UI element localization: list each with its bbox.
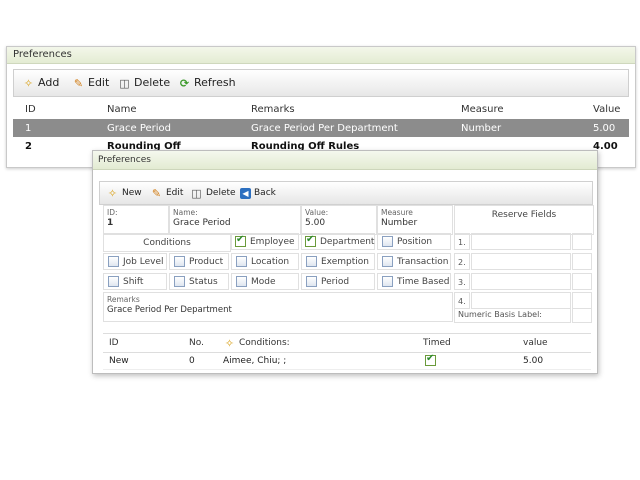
reserve-field-input[interactable] [471,253,571,270]
conditions-label: Conditions [103,233,231,252]
checkbox-icon [236,256,247,267]
department-checkbox[interactable]: Department [301,233,375,250]
edit-icon: ✎ [151,186,162,200]
edit-icon: ✎ [73,76,84,90]
column-header-value[interactable]: Value [593,99,620,119]
row-no: 0 [189,355,195,366]
panel-title: Preferences [7,47,635,64]
checkbox-icon [108,256,119,267]
delete-button[interactable]: ◫ Delete [190,182,235,204]
checkbox-icon [236,276,247,287]
reserve-field-input[interactable] [471,273,571,290]
delete-button[interactable]: ◫ Delete [118,70,170,96]
exemption-checkbox[interactable]: Exemption [301,253,375,270]
edit-button[interactable]: ✎ Edit [72,70,109,96]
column-header-timed[interactable]: Timed [423,334,451,352]
grid-header: ID Name Remarks Measure Value [13,99,629,119]
checkbox-checked-icon [425,353,436,366]
dialog-title: Preferences [93,151,597,170]
add-icon: ✧ [224,336,235,350]
column-header-remarks[interactable]: Remarks [251,99,295,119]
period-checkbox[interactable]: Period [301,273,375,290]
add-button[interactable]: ✧ Add [22,70,59,96]
row-id: 1 [25,122,32,134]
row-value: 5.00 [593,122,616,134]
time-based-checkbox[interactable]: Time Based [377,273,451,290]
preferences-dialog: Preferences ✧ New ✎ Edit ◫ Delete ◀ Back… [92,150,598,374]
product-checkbox[interactable]: Product [169,253,229,270]
add-icon: ✧ [23,76,34,90]
reserve-field-input[interactable] [572,233,592,250]
column-header-no[interactable]: No. [189,334,204,352]
checkbox-icon [306,256,317,267]
numeric-basis-label: Numeric Basis Label: [454,306,571,323]
back-button[interactable]: ◀ Back [240,182,276,204]
reserve-fields-header: Reserve Fields [454,205,594,235]
checkbox-icon [382,276,393,287]
column-header-conditions[interactable]: ✧ Conditions: [223,334,290,352]
column-header-name[interactable]: Name [107,99,137,119]
panel-toolbar: ✧ Add ✎ Edit ◫ Delete ⟳ Refresh [13,69,629,97]
conditions-table-header: ID No. ✧ Conditions: Timed value [103,333,591,353]
name-field[interactable]: Name: Grace Period [169,205,301,235]
reserve-number: 3. [454,273,470,290]
back-arrow-icon: ◀ [240,187,251,199]
checkbox-icon [174,256,185,267]
checkbox-icon [382,236,393,247]
employee-checkbox[interactable]: Employee [231,233,299,250]
row-value: 5.00 [523,355,544,366]
new-button[interactable]: ✧ New [106,182,142,204]
reserve-number: 1. [454,233,470,250]
measure-field[interactable]: Measure Number [377,205,453,235]
checkbox-checked-icon [235,234,246,247]
edit-button[interactable]: ✎ Edit [150,182,184,204]
table-row[interactable]: 1 Grace Period Grace Period Per Departme… [13,119,629,137]
row-conditions: Aimee, Chiu; ; [223,355,287,366]
row-remarks: Grace Period Per Department [251,122,398,134]
row-timed[interactable] [425,352,440,369]
id-field: ID: 1 [103,205,169,235]
refresh-button[interactable]: ⟳ Refresh [178,70,236,96]
transaction-checkbox[interactable]: Transaction [377,253,451,270]
checkbox-icon [108,276,119,287]
dialog-toolbar: ✧ New ✎ Edit ◫ Delete ◀ Back [99,181,593,205]
row-id: 2 [25,140,32,152]
status-checkbox[interactable]: Status [169,273,229,290]
checkbox-icon [382,256,393,267]
column-header-id[interactable]: ID [109,334,119,352]
column-header-value[interactable]: value [523,334,548,352]
column-header-id[interactable]: ID [25,99,36,119]
numeric-basis-input[interactable] [572,306,592,323]
reserve-field-input[interactable] [572,273,592,290]
refresh-icon: ⟳ [179,76,190,90]
checkbox-icon [306,276,317,287]
trash-icon: ◫ [119,76,130,90]
reserve-field-input[interactable] [572,253,592,270]
shift-checkbox[interactable]: Shift [103,273,167,290]
checkbox-checked-icon [305,234,316,247]
checkbox-icon [174,276,185,287]
table-row[interactable]: New 0 Aimee, Chiu; ; 5.00 [103,352,591,370]
reserve-field-input[interactable] [471,233,571,250]
reserve-number: 2. [454,253,470,270]
value-field[interactable]: Value: 5.00 [301,205,377,235]
trash-icon: ◫ [191,186,202,200]
mode-checkbox[interactable]: Mode [231,273,299,290]
row-name: Grace Period [107,122,171,134]
position-checkbox[interactable]: Position [377,233,451,250]
row-measure: Number [461,122,502,134]
remarks-field[interactable]: Remarks Grace Period Per Department [103,292,453,322]
location-checkbox[interactable]: Location [231,253,299,270]
row-id: New [109,355,129,366]
job-level-checkbox[interactable]: Job Level [103,253,167,270]
new-icon: ✧ [107,186,118,200]
column-header-measure[interactable]: Measure [461,99,504,119]
